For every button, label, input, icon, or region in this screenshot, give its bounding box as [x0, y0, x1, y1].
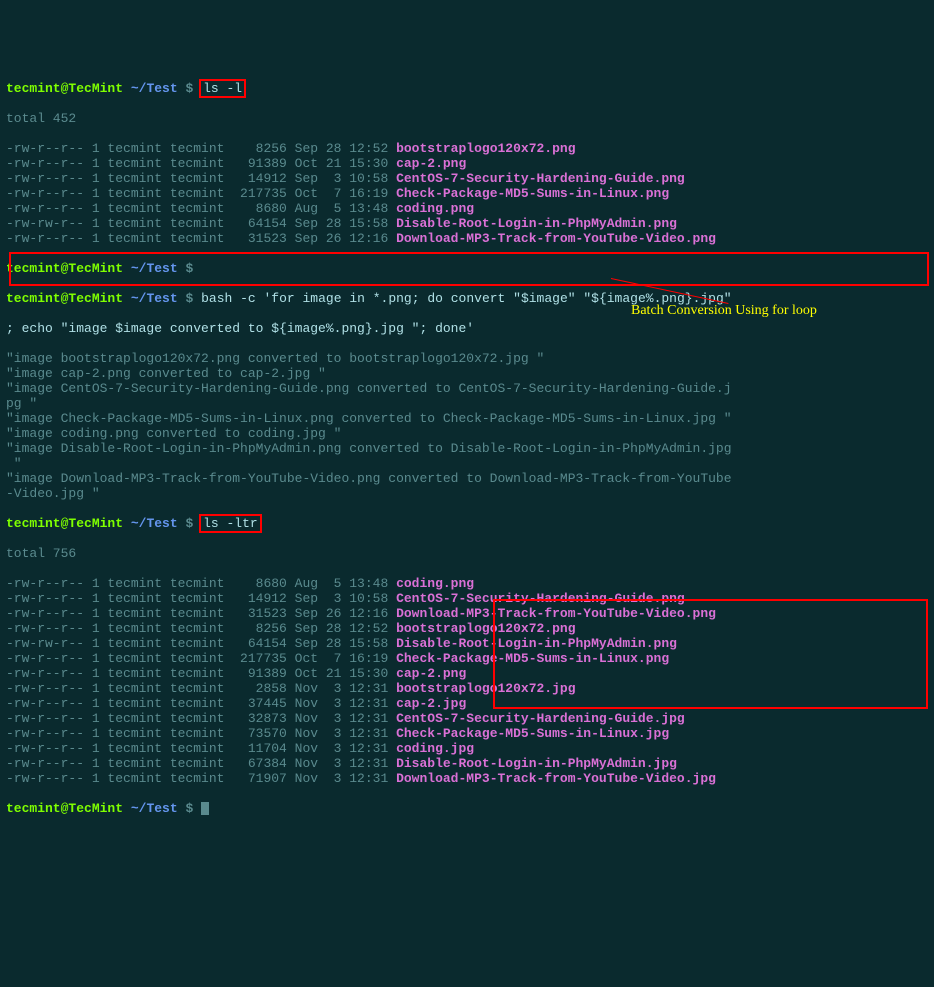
cursor-icon — [201, 802, 209, 815]
prompt-line-1: tecmint@TecMint ~/Test $ ls -l — [6, 81, 928, 96]
prompt-line-2: tecmint@TecMint ~/Test $ — [6, 261, 928, 276]
file-row: -rw-r--r-- 1 tecmint tecmint 73570 Nov 3… — [6, 726, 928, 741]
conversion-line: "image cap-2.png converted to cap-2.jpg … — [6, 366, 928, 381]
prompt-path: ~/Test — [131, 81, 178, 96]
file-row: -rw-r--r-- 1 tecmint tecmint 14912 Sep 3… — [6, 591, 928, 606]
file-row: -rw-r--r-- 1 tecmint tecmint 11704 Nov 3… — [6, 741, 928, 756]
command-highlight-2: ls -ltr — [199, 514, 262, 533]
file-row: -rw-r--r-- 1 tecmint tecmint 8256 Sep 28… — [6, 621, 928, 636]
command-batch-cont: ; echo "image $image converted to ${imag… — [6, 321, 928, 336]
file-row: -rw-rw-r-- 1 tecmint tecmint 64154 Sep 2… — [6, 216, 928, 231]
prompt-user: tecmint@TecMint — [6, 81, 123, 96]
total-2: total 756 — [6, 546, 928, 561]
prompt-dollar: $ — [185, 81, 193, 96]
file-row: -rw-r--r-- 1 tecmint tecmint 217735 Oct … — [6, 651, 928, 666]
command-ls-l: ls -l — [203, 81, 242, 96]
file-row: -rw-r--r-- 1 tecmint tecmint 2858 Nov 3 … — [6, 681, 928, 696]
file-row: -rw-r--r-- 1 tecmint tecmint 31523 Sep 2… — [6, 606, 928, 621]
conversion-output: "image bootstraplogo120x72.png converted… — [6, 351, 928, 501]
command-highlight-1: ls -l — [199, 79, 246, 98]
conversion-line: "image coding.png converted to coding.jp… — [6, 426, 928, 441]
file-row: -rw-r--r-- 1 tecmint tecmint 91389 Oct 2… — [6, 156, 928, 171]
conversion-line: "image CentOS-7-Security-Hardening-Guide… — [6, 381, 928, 411]
file-row: -rw-rw-r-- 1 tecmint tecmint 64154 Sep 2… — [6, 636, 928, 651]
terminal-window[interactable]: tecmint@TecMint ~/Test $ ls -l total 452… — [6, 66, 928, 906]
conversion-line: "image Disable-Root-Login-in-PhpMyAdmin.… — [6, 441, 928, 471]
file-row: -rw-r--r-- 1 tecmint tecmint 91389 Oct 2… — [6, 666, 928, 681]
file-row: -rw-r--r-- 1 tecmint tecmint 8256 Sep 28… — [6, 141, 928, 156]
file-row: -rw-r--r-- 1 tecmint tecmint 67384 Nov 3… — [6, 756, 928, 771]
command-ls-ltr: ls -ltr — [203, 516, 258, 531]
file-row: -rw-r--r-- 1 tecmint tecmint 8680 Aug 5 … — [6, 201, 928, 216]
prompt-line-4: tecmint@TecMint ~/Test $ ls -ltr — [6, 516, 928, 531]
file-row: -rw-r--r-- 1 tecmint tecmint 31523 Sep 2… — [6, 231, 928, 246]
total-1: total 452 — [6, 111, 928, 126]
file-listing-2: -rw-r--r-- 1 tecmint tecmint 8680 Aug 5 … — [6, 576, 928, 786]
file-row: -rw-r--r-- 1 tecmint tecmint 71907 Nov 3… — [6, 771, 928, 786]
conversion-line: "image Download-MP3-Track-from-YouTube-V… — [6, 471, 928, 501]
file-row: -rw-r--r-- 1 tecmint tecmint 217735 Oct … — [6, 186, 928, 201]
conversion-line: "image bootstraplogo120x72.png converted… — [6, 351, 928, 366]
file-row: -rw-r--r-- 1 tecmint tecmint 8680 Aug 5 … — [6, 576, 928, 591]
file-row: -rw-r--r-- 1 tecmint tecmint 14912 Sep 3… — [6, 171, 928, 186]
file-row: -rw-r--r-- 1 tecmint tecmint 37445 Nov 3… — [6, 696, 928, 711]
file-row: -rw-r--r-- 1 tecmint tecmint 32873 Nov 3… — [6, 711, 928, 726]
annotation-label: Batch Conversion Using for loop — [631, 303, 817, 318]
conversion-line: "image Check-Package-MD5-Sums-in-Linux.p… — [6, 411, 928, 426]
prompt-line-5: tecmint@TecMint ~/Test $ — [6, 801, 928, 816]
file-listing-1: -rw-r--r-- 1 tecmint tecmint 8256 Sep 28… — [6, 141, 928, 246]
